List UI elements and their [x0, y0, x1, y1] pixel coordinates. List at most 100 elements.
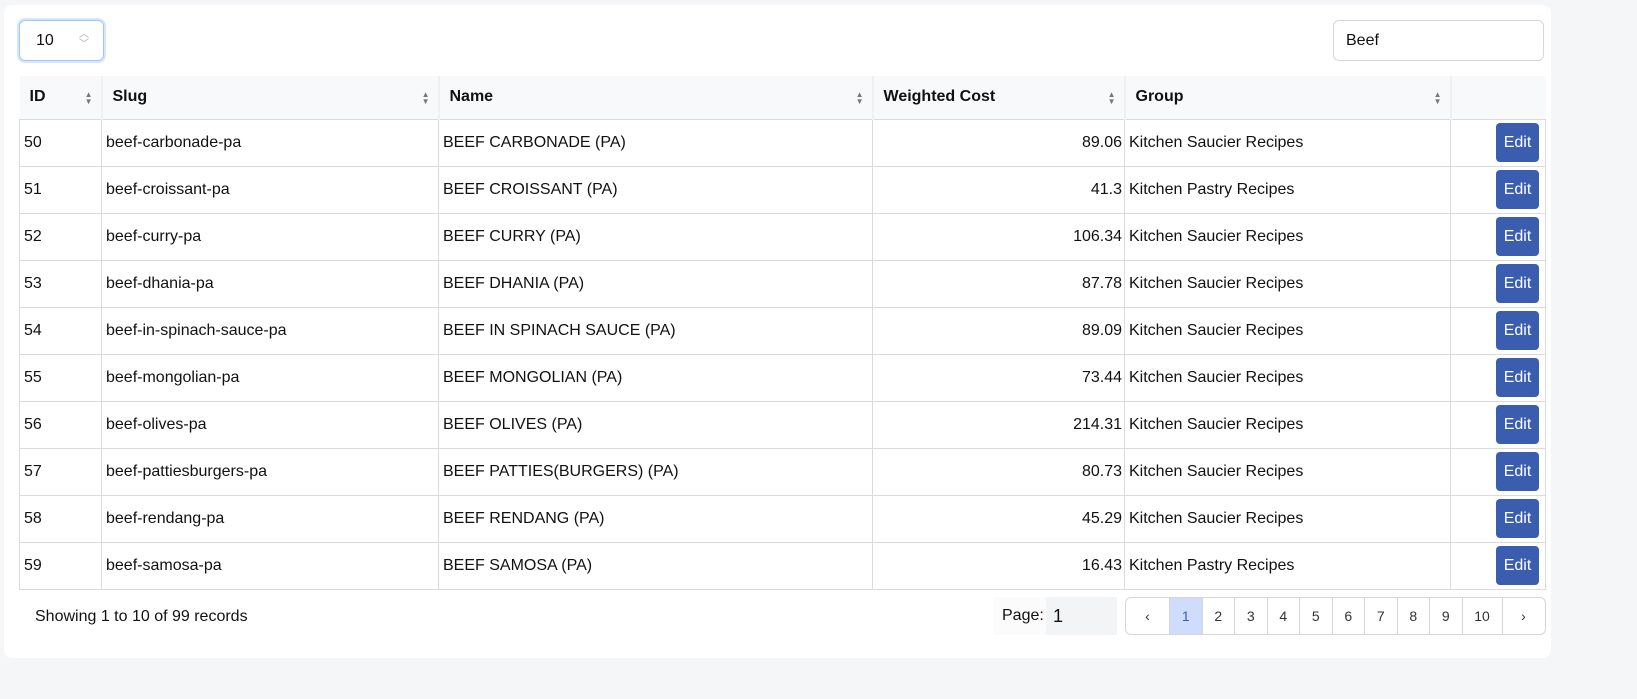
cell-weighted-cost: 214.31: [872, 400, 1125, 449]
cell-actions: Edit: [1450, 306, 1546, 355]
cell-weighted-cost: 80.73: [872, 447, 1125, 496]
column-header-label: Group: [1135, 88, 1184, 106]
column-header-label: Slug: [112, 88, 148, 106]
cell-group: Kitchen Saucier Recipes: [1124, 353, 1451, 402]
cell-actions: Edit: [1450, 541, 1546, 590]
cell-id: 59: [19, 541, 102, 590]
cell-slug: beef-dhania-pa: [101, 259, 439, 308]
column-header-weighted-cost[interactable]: Weighted Cost ▲ ▼: [871, 76, 1125, 119]
table-row: 52 beef-curry-pa BEEF CURRY (PA) 106.34 …: [19, 212, 1546, 261]
edit-button[interactable]: Edit: [1496, 358, 1539, 397]
page-button-6[interactable]: 6: [1331, 598, 1365, 634]
cell-id: 56: [19, 400, 102, 449]
cell-group: Kitchen Pastry Recipes: [1124, 165, 1451, 214]
cell-id: 55: [19, 353, 102, 402]
table-row: 56 beef-olives-pa BEEF OLIVES (PA) 214.3…: [19, 400, 1546, 449]
prev-page-button[interactable]: ‹: [1126, 598, 1169, 634]
page-input[interactable]: [1046, 597, 1117, 635]
cell-id: 50: [19, 118, 102, 167]
column-header-group[interactable]: Group ▲ ▼: [1123, 76, 1451, 119]
page-jump: Page:: [993, 597, 1117, 635]
cell-group: Kitchen Pastry Recipes: [1124, 541, 1451, 590]
cell-name: BEEF IN SPINACH SAUCE (PA): [438, 306, 873, 355]
cell-weighted-cost: 45.29: [872, 494, 1125, 543]
cell-weighted-cost: 89.09: [872, 306, 1125, 355]
edit-button[interactable]: Edit: [1496, 123, 1539, 162]
cell-weighted-cost: 41.3: [872, 165, 1125, 214]
page-button-7[interactable]: 7: [1364, 598, 1397, 634]
cell-slug: beef-in-spinach-sauce-pa: [101, 306, 439, 355]
cell-slug: beef-olives-pa: [101, 400, 439, 449]
column-header-actions: [1449, 76, 1546, 119]
edit-button[interactable]: Edit: [1496, 405, 1539, 444]
column-header-label: Weighted Cost: [883, 88, 996, 106]
cell-actions: Edit: [1450, 353, 1546, 402]
per-page-stepper[interactable]: 10 ︿ ﹀: [19, 20, 104, 61]
cell-weighted-cost: 89.06: [872, 118, 1125, 167]
page-button-1[interactable]: 1: [1169, 598, 1202, 634]
edit-button[interactable]: Edit: [1496, 546, 1539, 585]
stepper-arrows-icon[interactable]: ︿ ﹀: [79, 30, 89, 50]
cell-slug: beef-rendang-pa: [101, 494, 439, 543]
cell-group: Kitchen Saucier Recipes: [1124, 306, 1451, 355]
cell-actions: Edit: [1450, 400, 1546, 449]
cell-id: 58: [19, 494, 102, 543]
cell-name: BEEF CROISSANT (PA): [438, 165, 873, 214]
table-row: 57 beef-pattiesburgers-pa BEEF PATTIES(B…: [19, 447, 1546, 496]
edit-button[interactable]: Edit: [1496, 452, 1539, 491]
cell-name: BEEF CARBONADE (PA): [438, 118, 873, 167]
cell-weighted-cost: 16.43: [872, 541, 1125, 590]
cell-slug: beef-croissant-pa: [101, 165, 439, 214]
edit-button[interactable]: Edit: [1496, 217, 1539, 256]
per-page-value: 10: [36, 31, 54, 49]
column-header-slug[interactable]: Slug ▲ ▼: [100, 76, 439, 119]
cell-id: 51: [19, 165, 102, 214]
page-button-5[interactable]: 5: [1299, 598, 1332, 634]
cell-group: Kitchen Saucier Recipes: [1124, 400, 1451, 449]
page-button-3[interactable]: 3: [1234, 598, 1267, 634]
cell-slug: beef-curry-pa: [101, 212, 439, 261]
sort-icon[interactable]: ▲ ▼: [85, 91, 93, 106]
cell-name: BEEF CURRY (PA): [438, 212, 873, 261]
cell-id: 53: [19, 259, 102, 308]
edit-button[interactable]: Edit: [1496, 311, 1539, 350]
cell-id: 54: [19, 306, 102, 355]
edit-button[interactable]: Edit: [1496, 499, 1539, 538]
cell-name: BEEF MONGOLIAN (PA): [438, 353, 873, 402]
cell-name: BEEF SAMOSA (PA): [438, 541, 873, 590]
records-table: ID ▲ ▼ Slug ▲ ▼ Name ▲ ▼ Weighted Cost ▲ ▼ Group ▲ ▼ 5…: [19, 76, 1546, 590]
column-header-label: ID: [29, 88, 46, 106]
column-header-id[interactable]: ID ▲ ▼: [19, 76, 102, 119]
cell-slug: beef-pattiesburgers-pa: [101, 447, 439, 496]
sort-icon[interactable]: ▲ ▼: [1108, 91, 1116, 106]
sort-icon[interactable]: ▲ ▼: [1434, 91, 1442, 106]
table-row: 54 beef-in-spinach-sauce-pa BEEF IN SPIN…: [19, 306, 1546, 355]
records-summary: Showing 1 to 10 of 99 records: [35, 608, 248, 625]
cell-id: 57: [19, 447, 102, 496]
page-button-10[interactable]: 10: [1461, 598, 1502, 634]
cell-actions: Edit: [1450, 165, 1546, 214]
cell-actions: Edit: [1450, 494, 1546, 543]
edit-button[interactable]: Edit: [1496, 170, 1539, 209]
sort-icon[interactable]: ▲ ▼: [856, 91, 864, 106]
pagination: ‹ 1 2 3 4 5 6 7 8 9 10 ›: [1125, 597, 1546, 635]
cell-weighted-cost: 73.44: [872, 353, 1125, 402]
sort-icon[interactable]: ▲ ▼: [422, 91, 430, 106]
edit-button[interactable]: Edit: [1496, 264, 1539, 303]
cell-slug: beef-samosa-pa: [101, 541, 439, 590]
page-button-8[interactable]: 8: [1396, 598, 1430, 634]
page-button-9[interactable]: 9: [1429, 598, 1462, 634]
search-input[interactable]: [1333, 20, 1544, 61]
next-page-button[interactable]: ›: [1501, 598, 1545, 634]
cell-weighted-cost: 106.34: [872, 212, 1125, 261]
page-button-2[interactable]: 2: [1201, 598, 1235, 634]
table-row: 50 beef-carbonade-pa BEEF CARBONADE (PA)…: [19, 118, 1546, 167]
table-row: 51 beef-croissant-pa BEEF CROISSANT (PA)…: [19, 165, 1546, 214]
page-button-4[interactable]: 4: [1266, 598, 1300, 634]
cell-actions: Edit: [1450, 447, 1546, 496]
cell-name: BEEF DHANIA (PA): [438, 259, 873, 308]
column-header-name[interactable]: Name ▲ ▼: [437, 76, 873, 119]
cell-name: BEEF OLIVES (PA): [438, 400, 873, 449]
cell-slug: beef-carbonade-pa: [101, 118, 439, 167]
cell-slug: beef-mongolian-pa: [101, 353, 439, 402]
